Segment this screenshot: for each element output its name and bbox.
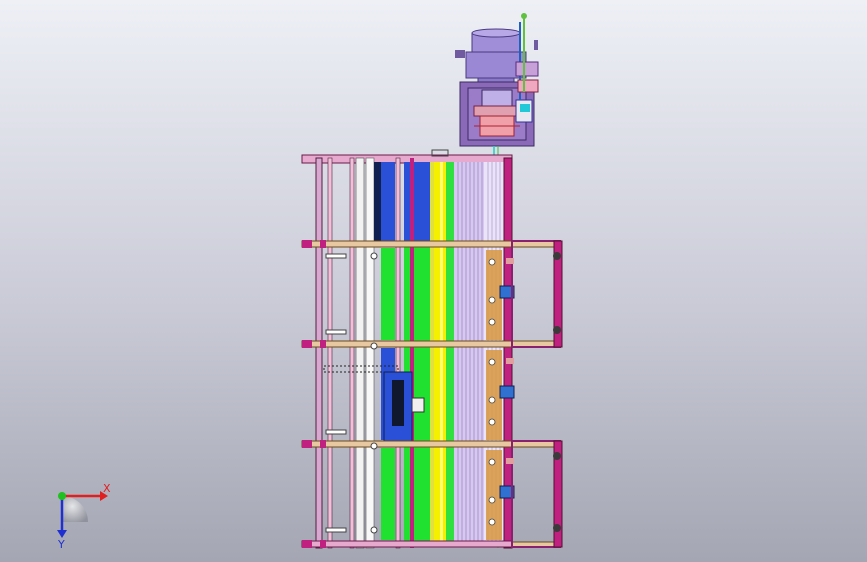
roller-lines <box>457 162 483 542</box>
bearing-blocks[interactable] <box>486 250 515 540</box>
x-axis-label: X <box>103 482 111 495</box>
cad-viewport[interactable] <box>0 0 867 562</box>
coordinate-triad: X Y <box>57 482 111 548</box>
origin-marker <box>58 492 66 500</box>
y-axis-label: Y <box>57 538 65 548</box>
conveyor-body[interactable] <box>315 157 513 549</box>
